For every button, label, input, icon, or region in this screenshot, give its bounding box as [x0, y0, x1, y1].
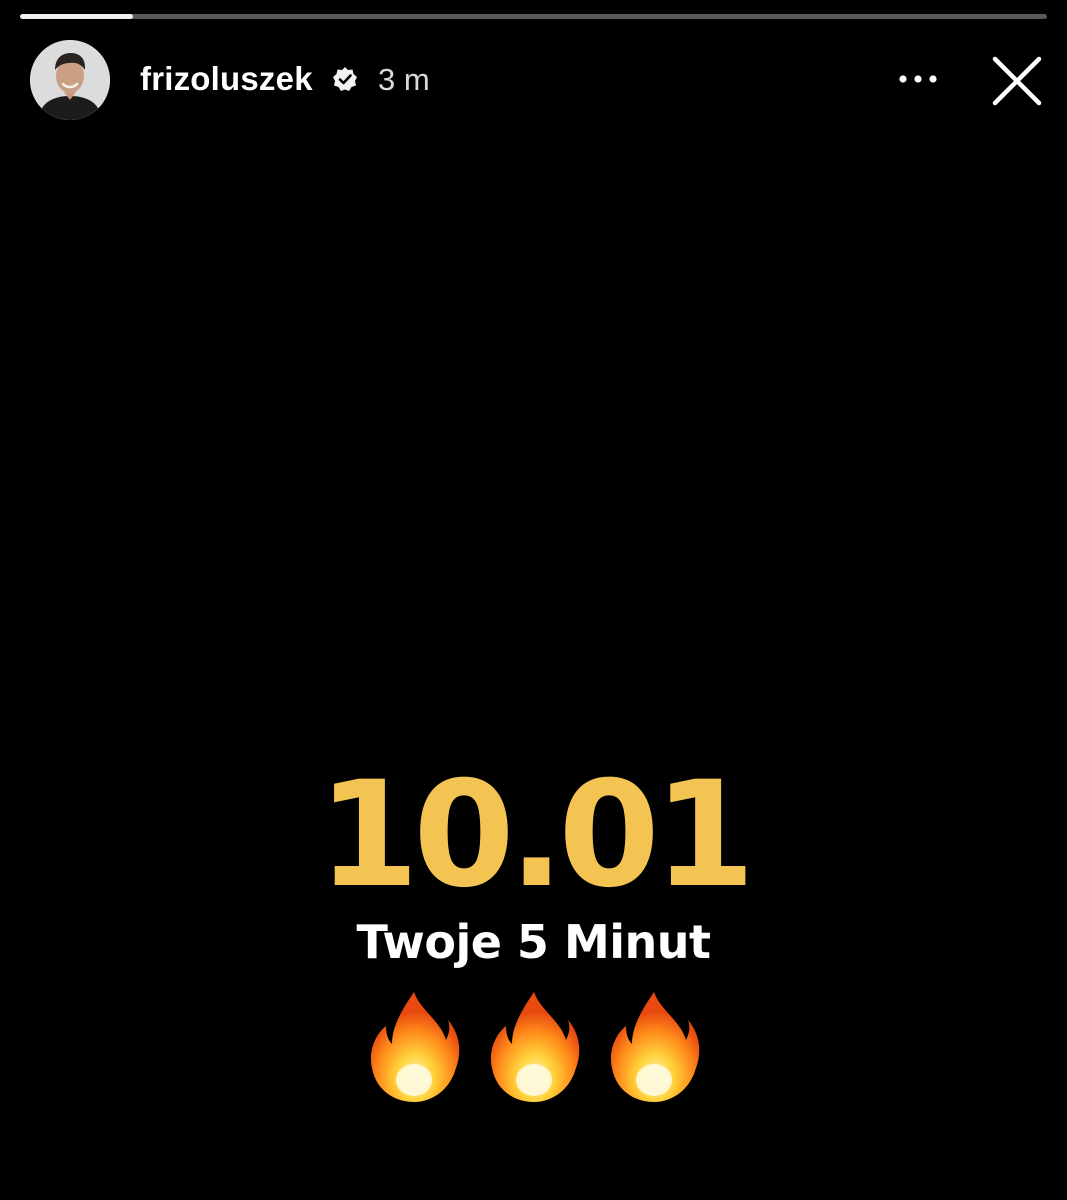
more-horizontal-icon[interactable]	[895, 66, 941, 92]
story-progress-fill	[20, 14, 133, 19]
fire-icon	[490, 992, 579, 1102]
story-content: 10.01 Twoje 5 Minut	[0, 760, 1067, 1106]
avatar[interactable]	[30, 40, 110, 120]
fire-icon	[610, 992, 699, 1102]
story-header: frizoluszek 3 m	[0, 36, 1067, 122]
close-icon[interactable]	[990, 54, 1044, 108]
emoji-row	[0, 988, 1067, 1106]
avatar-photo	[30, 40, 110, 120]
headline-subtitle: Twoje 5 Minut	[356, 915, 711, 969]
post-time: 3 m	[378, 62, 430, 97]
headline-number: 10.01	[317, 750, 756, 920]
fire-icon	[370, 992, 459, 1102]
story-progress-bar	[20, 14, 1047, 19]
verified-badge-icon	[333, 67, 357, 91]
username[interactable]: frizoluszek	[140, 60, 313, 98]
